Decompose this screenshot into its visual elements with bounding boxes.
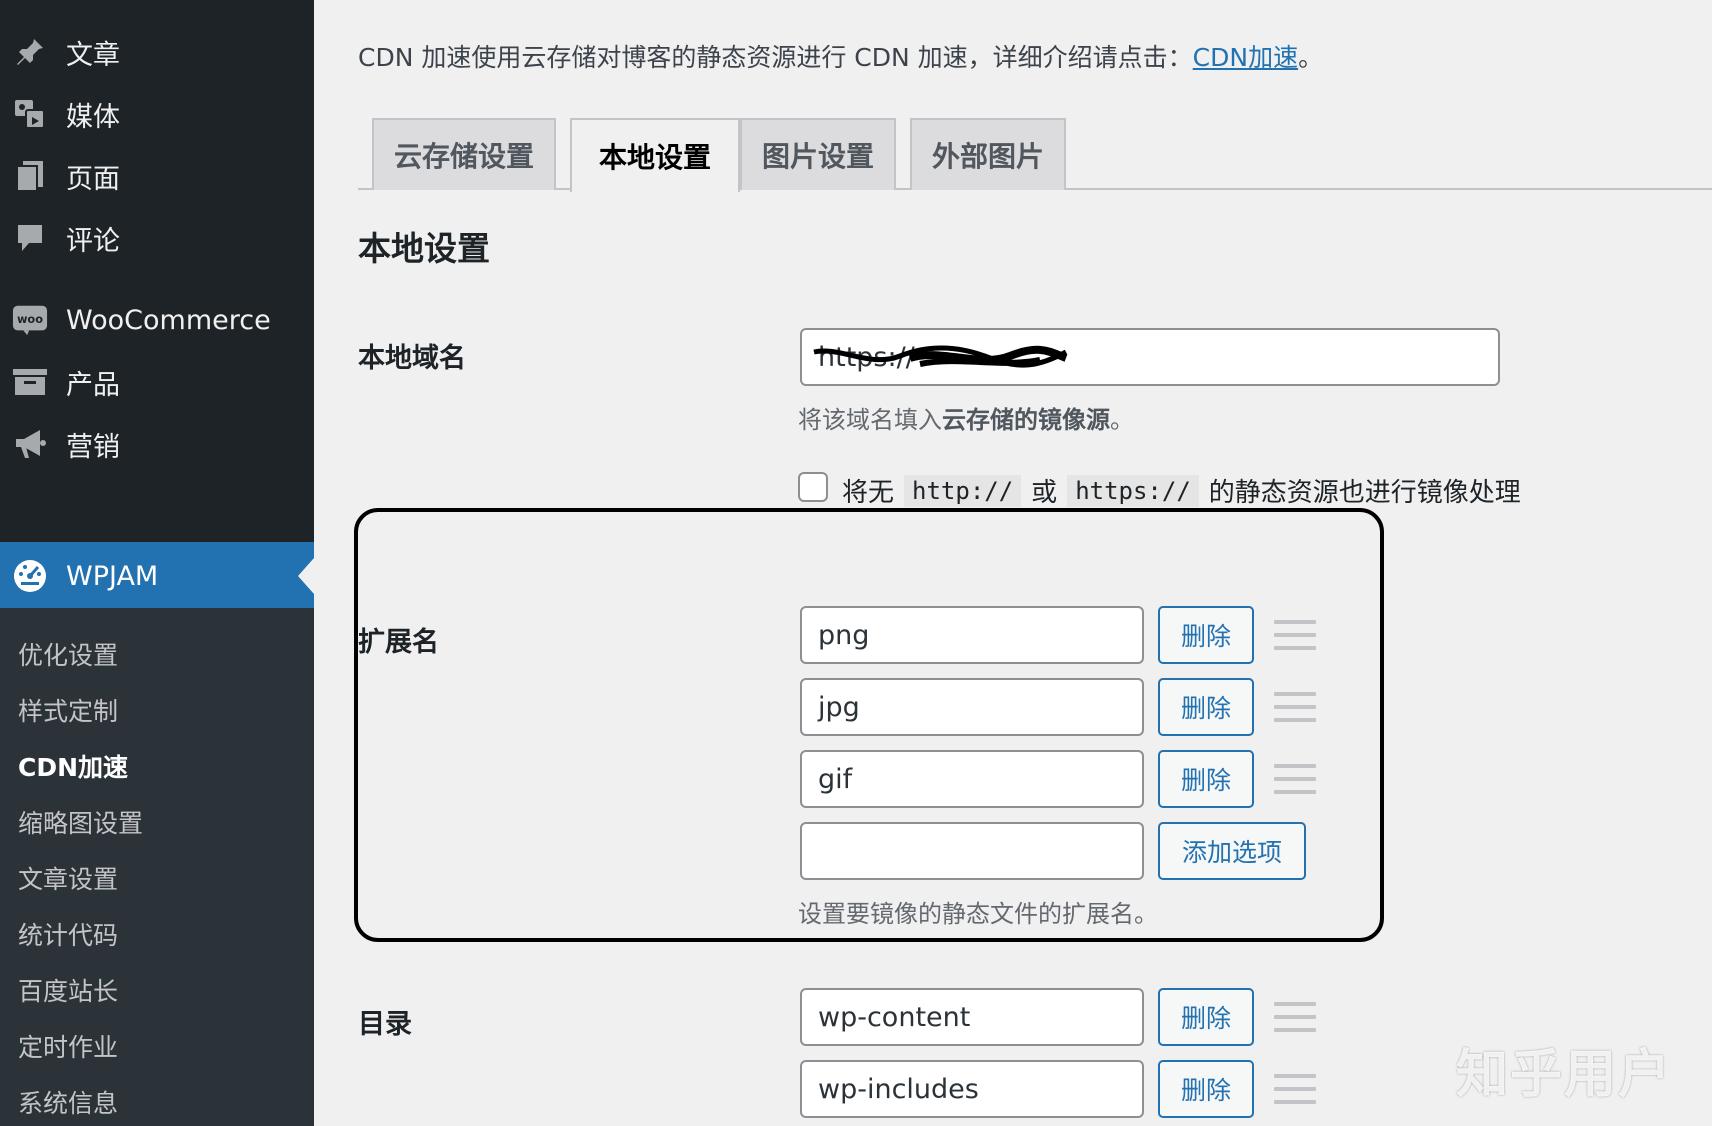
directory-input[interactable]: wp-content — [800, 988, 1144, 1046]
pin-icon — [12, 34, 48, 70]
menu-label: WPJAM — [66, 560, 159, 592]
label-pre: 将无 — [842, 478, 895, 508]
submenu-item[interactable]: 缩略图设置 — [18, 804, 143, 840]
extensions-desc: 设置要镜像的静态文件的扩展名。 — [798, 900, 1158, 928]
redaction-scribble — [813, 345, 1068, 368]
menu-label: 页面 — [66, 163, 120, 195]
directories-label: 目录 — [358, 1009, 412, 1040]
menu-item-woocommerce[interactable]: woo WooCommerce — [0, 286, 314, 354]
menu-label: 媒体 — [66, 101, 120, 133]
dashboard-icon — [12, 558, 48, 594]
submenu-item-current[interactable]: CDN加速 — [18, 748, 128, 784]
code-http: http:// — [904, 474, 1022, 507]
submenu-item[interactable]: 系统信息 — [18, 1084, 118, 1120]
menu-item-wpjam[interactable]: WPJAM — [0, 542, 314, 610]
no-protocol-label: 将无 http:// 或 https:// 的静态资源也进行镜像处理 — [842, 472, 1521, 509]
submenu-item[interactable]: 统计代码 — [18, 916, 118, 952]
tab-image-settings[interactable]: 图片设置 — [740, 118, 896, 190]
admin-sidebar: 文章 媒体 页面 评论 woo WooCommerce 产品 营销 WPJAM … — [0, 0, 314, 1126]
comment-icon — [12, 220, 48, 256]
delete-button[interactable]: 删除 — [1158, 678, 1254, 736]
label-post: 的静态资源也进行镜像处理 — [1208, 478, 1521, 508]
section-title: 本地设置 — [358, 229, 490, 268]
svg-text:woo: woo — [17, 312, 43, 326]
extension-input[interactable]: gif — [800, 750, 1144, 808]
tab-external-images[interactable]: 外部图片 — [910, 118, 1066, 190]
menu-label: 产品 — [66, 369, 120, 401]
menu-item-comments[interactable]: 评论 — [0, 204, 314, 272]
intro-text: CDN 加速使用云存储对博客的静态资源进行 CDN 加速，详细介绍请点击：CDN… — [358, 38, 1323, 74]
menu-item-products[interactable]: 产品 — [0, 348, 314, 416]
extension-new-input[interactable] — [800, 822, 1144, 880]
megaphone-icon — [12, 426, 48, 462]
drag-handle-icon[interactable] — [1274, 1074, 1316, 1104]
local-domain-desc: 将该域名填入云存储的镜像源。 — [798, 400, 1134, 435]
delete-button[interactable]: 删除 — [1158, 1060, 1254, 1118]
zhihu-watermark: 知乎用户 — [1456, 1045, 1673, 1105]
drag-handle-icon[interactable] — [1274, 764, 1316, 794]
local-domain-input[interactable]: https:// — [800, 328, 1500, 386]
intro-description: CDN 加速使用云存储对博客的静态资源进行 CDN 加速，详细介绍请点击： — [358, 43, 1193, 72]
submenu-item[interactable]: 样式定制 — [18, 692, 118, 728]
desc-prefix: 将该域名填入 — [798, 406, 942, 434]
media-icon — [12, 96, 48, 132]
menu-label: 营销 — [66, 431, 120, 463]
drag-handle-icon[interactable] — [1274, 692, 1316, 722]
submenu-item[interactable]: 定时作业 — [18, 1028, 118, 1064]
delete-button[interactable]: 删除 — [1158, 606, 1254, 664]
menu-item-marketing[interactable]: 营销 — [0, 410, 314, 478]
label-mid: 或 — [1031, 478, 1058, 508]
submenu-item[interactable]: 优化设置 — [18, 636, 118, 672]
menu-label: 评论 — [66, 225, 120, 257]
extension-input[interactable]: jpg — [800, 678, 1144, 736]
menu-item-pages[interactable]: 页面 — [0, 142, 314, 210]
intro-suffix: 。 — [1298, 43, 1324, 72]
menu-item-posts[interactable]: 文章 — [0, 18, 314, 86]
no-protocol-checkbox[interactable] — [798, 472, 828, 502]
cdn-help-link[interactable]: CDN加速 — [1193, 43, 1298, 72]
archive-icon — [12, 364, 48, 400]
menu-label: 文章 — [66, 39, 120, 71]
menu-label: WooCommerce — [66, 304, 271, 336]
extension-input[interactable]: png — [800, 606, 1144, 664]
desc-suffix: 。 — [1110, 406, 1134, 434]
main-content: CDN 加速使用云存储对博客的静态资源进行 CDN 加速，详细介绍请点击：CDN… — [314, 0, 1712, 1126]
code-https: https:// — [1067, 474, 1199, 507]
woo-icon: woo — [12, 302, 48, 338]
wpjam-submenu: 优化设置 样式定制 CDN加速 缩略图设置 文章设置 统计代码 百度站长 定时作… — [0, 608, 314, 1126]
local-domain-label: 本地域名 — [358, 343, 466, 374]
desc-bold: 云存储的镜像源 — [942, 406, 1110, 434]
menu-item-media[interactable]: 媒体 — [0, 80, 314, 148]
drag-handle-icon[interactable] — [1274, 1002, 1316, 1032]
tab-local-settings[interactable]: 本地设置 — [570, 118, 740, 192]
add-option-button[interactable]: 添加选项 — [1158, 822, 1306, 880]
page-icon — [12, 158, 48, 194]
submenu-item[interactable]: 文章设置 — [18, 860, 118, 896]
delete-button[interactable]: 删除 — [1158, 750, 1254, 808]
delete-button[interactable]: 删除 — [1158, 988, 1254, 1046]
extensions-label: 扩展名 — [358, 627, 439, 658]
tab-cloud-storage[interactable]: 云存储设置 — [372, 118, 556, 190]
submenu-item[interactable]: 百度站长 — [18, 972, 118, 1008]
directory-input[interactable]: wp-includes — [800, 1060, 1144, 1118]
drag-handle-icon[interactable] — [1274, 620, 1316, 650]
